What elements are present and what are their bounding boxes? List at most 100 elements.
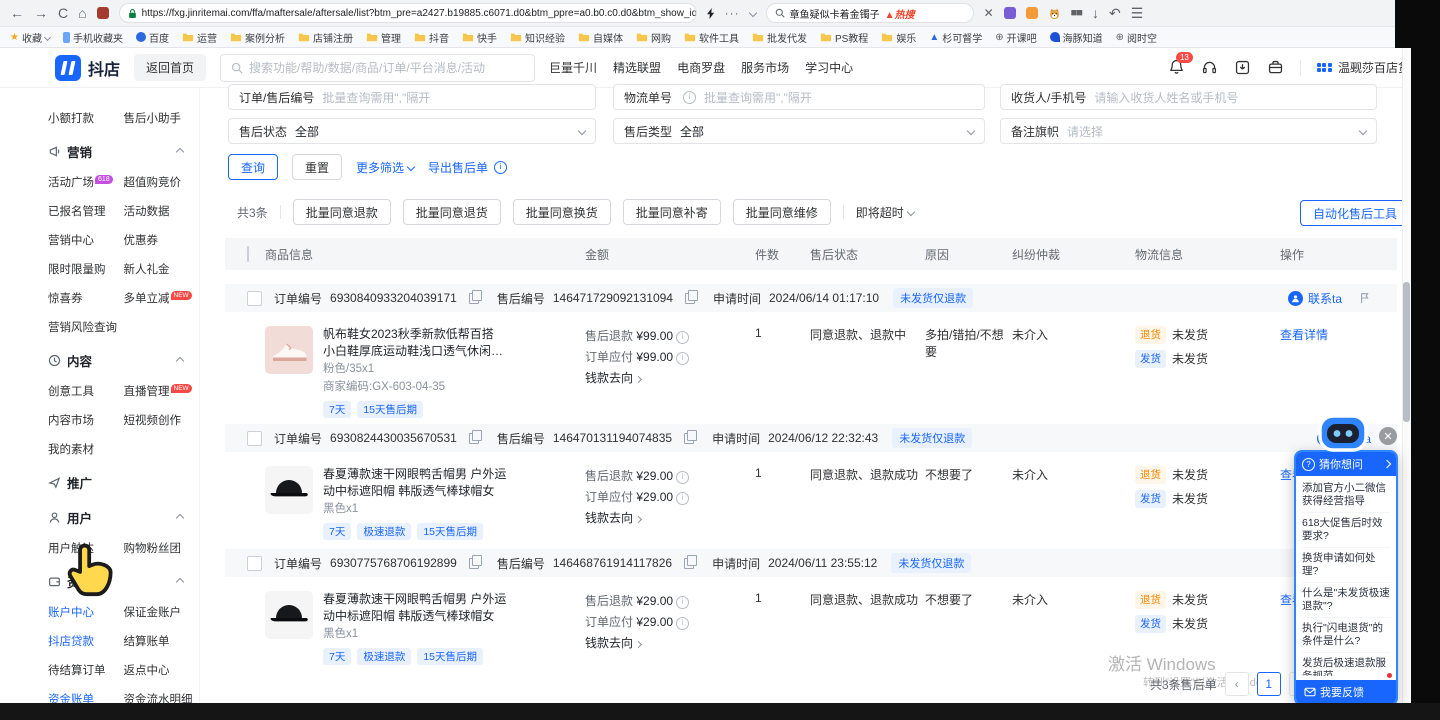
copy-icon[interactable]	[684, 558, 694, 569]
sidebar-item-wodesucai[interactable]: 我的素材	[48, 441, 124, 457]
global-search-input[interactable]: 搜索功能/帮助/数据/商品/订单/平台消息/活动	[220, 54, 535, 82]
customer-service-icon[interactable]	[1201, 59, 1218, 76]
batch-agree-repair-button[interactable]: 批量同意维修	[733, 199, 831, 225]
bookmark-baidu[interactable]: 百度	[136, 30, 169, 45]
orange-extension-icon[interactable]	[1026, 7, 1038, 19]
bookmark-folder[interactable]: 运营	[182, 30, 217, 45]
back-home-button[interactable]: 返回首页	[134, 54, 206, 81]
batch-agree-refund-button[interactable]: 批量同意退款	[293, 199, 391, 225]
batch-agree-return-button[interactable]: 批量同意退货	[403, 199, 501, 225]
product-title[interactable]: 帆布鞋女2023秋季新款低帮百搭小白鞋厚底运动鞋浅口透气休闲…	[323, 326, 503, 360]
nav-xuexizhongxin[interactable]: 学习中心	[805, 59, 853, 76]
sidebar-item-baozhengjin[interactable]: 保证金账户	[124, 604, 200, 620]
scrollbar-thumb[interactable]	[1403, 282, 1410, 422]
sidebar-item-duanshipin[interactable]: 短视频创作	[124, 412, 200, 428]
apps-grid-icon[interactable]: ■■	[1071, 7, 1082, 19]
more-filters-link[interactable]: 更多筛选	[356, 159, 414, 176]
view-detail-link[interactable]: 查看详情	[1280, 326, 1397, 420]
sidebar-item-chaozhigou[interactable]: 超值购竞价	[124, 174, 200, 190]
copy-icon[interactable]	[684, 433, 694, 444]
product-title[interactable]: 春夏薄款速干网眼鸭舌帽男 户外运动中标遮阳帽 韩版透气棒球帽女	[323, 466, 506, 500]
assistant-robot-icon[interactable]	[1316, 411, 1370, 453]
download-client-icon[interactable]	[1234, 59, 1251, 76]
bookmark-shankewang[interactable]: ▲杉可督学	[929, 30, 982, 45]
sidebar-item-yingxiaozhongxin[interactable]: 营销中心	[48, 232, 124, 248]
feedback-button[interactable]: 我要反馈	[1296, 680, 1396, 704]
browser-search[interactable]: 章鱼疑似卡着金镯子 ▲热搜	[766, 3, 974, 23]
bookmark-folder[interactable]: 娱乐	[881, 30, 916, 45]
nav-luopan[interactable]: 电商罗盘	[677, 59, 725, 76]
ellipsis-icon[interactable]: ···	[725, 6, 740, 20]
menu-icon[interactable]: ☰	[1131, 5, 1144, 22]
receiver-input[interactable]: 收货人/手机号请输入收货人姓名或手机号	[1000, 84, 1377, 110]
sidebar-item-xinrenlijin[interactable]: 新人礼金	[124, 261, 200, 277]
bookmark-folder[interactable]: 案例分析	[230, 30, 285, 45]
bookmark-folder[interactable]: 管理	[366, 30, 401, 45]
scissors-extension-icon[interactable]: ✕	[984, 6, 994, 20]
auto-aftersale-tool-button[interactable]: 自动化售后工具	[1300, 200, 1410, 226]
sidebar-item-chuangyigongju[interactable]: 创意工具	[48, 383, 124, 399]
export-link[interactable]: 导出售后单i	[428, 159, 507, 176]
remark-flag-select[interactable]: 备注旗帜请选择	[1000, 118, 1377, 144]
assistant-question[interactable]: 执行"闪电退货"的条件是什么?	[1302, 618, 1390, 653]
briefcase-extension-icon[interactable]	[97, 7, 109, 19]
assistant-question[interactable]: 换货申请如何处理?	[1302, 548, 1390, 583]
aftersale-status-select[interactable]: 售后状态全部	[228, 118, 596, 144]
row-checkbox[interactable]	[247, 431, 262, 446]
money-destination[interactable]: 钱款去向	[585, 633, 755, 654]
nav-qianchuan[interactable]: 巨量千川	[549, 59, 597, 76]
notification-bell-icon[interactable]: 13	[1168, 58, 1185, 78]
shiba-extension-icon[interactable]	[1048, 7, 1061, 20]
contact-buyer[interactable]: 联系ta	[1288, 290, 1371, 307]
workbench-icon[interactable]	[1267, 59, 1284, 76]
sidebar-item-xianshigou[interactable]: 限时限量购	[48, 261, 124, 277]
assistant-panel-header[interactable]: ? 猜你想问	[1296, 452, 1396, 476]
prev-page-button[interactable]: ‹	[1225, 672, 1249, 696]
nav-lianmeng[interactable]: 精选联盟	[613, 59, 661, 76]
sidebar-group-users[interactable]: 用户	[48, 508, 199, 527]
chevron-down-icon[interactable]	[748, 9, 756, 17]
sidebar-item-shouhouxiaozhushou[interactable]: 售后小助手	[124, 110, 200, 126]
purple-extension-icon[interactable]	[1004, 7, 1016, 19]
lightning-icon[interactable]	[707, 8, 715, 19]
select-all-checkbox[interactable]	[247, 246, 249, 262]
order-no-input[interactable]: 订单/售后编号批量查询需用","隔开	[228, 84, 596, 110]
assistant-question[interactable]: 618大促售后时效要求?	[1302, 513, 1390, 548]
product-image[interactable]	[265, 591, 313, 639]
sidebar-item-zhanghuzhongxin[interactable]: 账户中心	[48, 604, 124, 620]
timeout-filter[interactable]: 即将超时	[856, 204, 914, 221]
bookmark-dolphin[interactable]: 海豚知道	[1050, 30, 1103, 45]
copy-icon[interactable]	[469, 558, 479, 569]
forward-icon[interactable]: →	[34, 5, 48, 21]
sidebar-item-doudiandaikuan[interactable]: 抖店贷款	[48, 633, 124, 649]
copy-icon[interactable]	[685, 293, 695, 304]
page-1-button[interactable]: 1	[1257, 672, 1281, 696]
bookmark-phone[interactable]: 手机收藏夹	[63, 30, 123, 45]
sidebar-item-fengxianchaxun[interactable]: 营销风险查询	[48, 319, 117, 335]
back-icon[interactable]: ←	[10, 5, 24, 21]
sidebar-item-jingxiquan[interactable]: 惊喜券	[48, 290, 124, 306]
sidebar-item-huodongshuju[interactable]: 活动数据	[124, 203, 200, 219]
sidebar-item-duodanlijian[interactable]: 多单立减NEW	[124, 290, 200, 306]
bookmark-kaikeba[interactable]: ⊕开课吧	[995, 30, 1036, 45]
refresh-icon[interactable]: C	[58, 5, 68, 21]
bookmark-folder[interactable]: 网购	[636, 30, 671, 45]
copy-icon[interactable]	[469, 433, 479, 444]
sidebar-item-yibaoming[interactable]: 已报名管理	[48, 203, 124, 219]
bookmark-folder[interactable]: 自媒体	[578, 30, 623, 45]
product-title[interactable]: 春夏薄款速干网眼鸭舌帽男 户外运动中标遮阳帽 韩版透气棒球帽女	[323, 591, 506, 625]
sidebar-item-daijiesuan[interactable]: 待结算订单	[48, 662, 124, 678]
undo-icon[interactable]: ↶	[1109, 5, 1121, 22]
bookmark-folder[interactable]: PS教程	[820, 30, 868, 45]
assistant-question[interactable]: 什么是"未发货极速退款"?	[1302, 583, 1390, 618]
bookmark-folder[interactable]: 抖音	[414, 30, 449, 45]
flag-icon[interactable]	[1359, 292, 1371, 304]
sidebar-item-fandianzhongxin[interactable]: 返点中心	[124, 662, 200, 678]
sidebar-item-fensituan[interactable]: 购物粉丝团	[124, 540, 200, 556]
row-checkbox[interactable]	[247, 556, 262, 571]
close-icon[interactable]: ✕	[1379, 427, 1397, 445]
product-image[interactable]	[265, 466, 313, 514]
product-image[interactable]	[265, 326, 313, 374]
batch-agree-reship-button[interactable]: 批量同意补寄	[623, 199, 721, 225]
copy-icon[interactable]	[469, 293, 479, 304]
